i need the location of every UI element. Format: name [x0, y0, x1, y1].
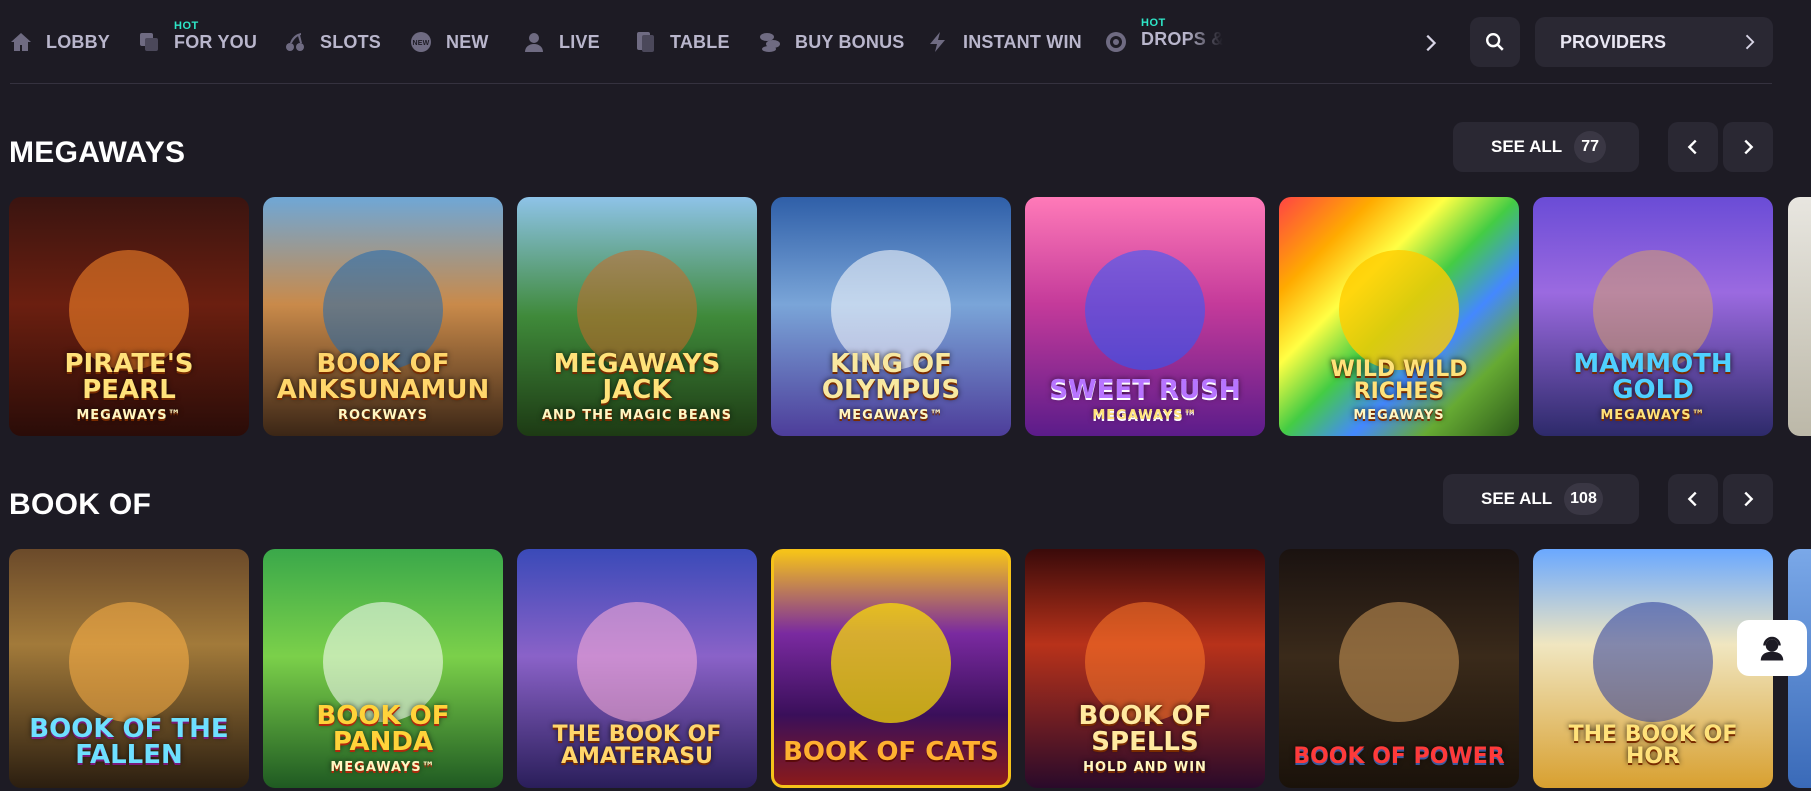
search-button[interactable]	[1470, 17, 1520, 67]
coins-icon	[757, 29, 783, 55]
see-all-label: SEE ALL	[1491, 137, 1563, 156]
chevron-right-icon	[1426, 34, 1437, 52]
tile-art	[577, 601, 697, 722]
tile-art	[1339, 601, 1459, 722]
providers-label: PROVIDERS	[1560, 31, 1667, 52]
game-title: KING OF OLYMPUS MEGAWAYS™	[821, 349, 961, 423]
live-dealer-icon	[521, 29, 547, 55]
lightning-icon	[925, 29, 951, 55]
game-tile-partial[interactable]	[1788, 197, 1811, 436]
chevron-left-icon	[1687, 491, 1697, 507]
game-row-book-of: BOOK OF THE FALLEN BOOK OF PANDA MEGAWAYS…	[9, 549, 1811, 788]
game-count-badge: 108	[1564, 483, 1603, 515]
chevron-right-icon	[1745, 34, 1755, 50]
tile-art	[69, 601, 189, 722]
game-title: BOOK OF ANKSUNAMUN Rockways	[276, 349, 490, 423]
game-tile[interactable]: BOOK OF PANDA MEGAWAYS™	[263, 549, 503, 788]
game-tile[interactable]: BOOK OF SPELLS HOLD AND WIN	[1025, 549, 1265, 788]
nav-item-lobby[interactable]: LOBBY	[8, 28, 110, 56]
nav-scroll-right-button[interactable]	[1418, 30, 1442, 56]
game-title: BOOK OF POWER	[1293, 744, 1505, 769]
carousel-next-button[interactable]	[1723, 122, 1773, 172]
hot-badge: HOT	[1141, 17, 1166, 29]
game-tile[interactable]: BOOK OF ANKSUNAMUN Rockways	[263, 197, 503, 436]
game-title: MAMMOTH GOLD MEGAWAYS™	[1573, 349, 1733, 423]
game-title: BOOK OF SPELLS HOLD AND WIN	[1078, 701, 1212, 775]
game-tile[interactable]: BOOK OF THE FALLEN	[9, 549, 249, 788]
game-title: MEGAWAYS JACK AND THE MAGIC BEANS	[541, 349, 733, 423]
nav-item-live[interactable]: LIVE	[521, 28, 600, 56]
tile-art	[1085, 249, 1205, 370]
game-tile[interactable]: BOOK OF POWER	[1279, 549, 1519, 788]
cards-icon	[632, 29, 658, 55]
game-tile[interactable]: SWEET RUSH MEGAWAYS™	[1025, 197, 1265, 436]
game-title: WILD WILD RICHES MEGAWAYS	[1330, 357, 1468, 423]
tile-art	[1593, 601, 1713, 722]
game-row-megaways: PIRATE'S PEARL MEGAWAYS™ BOOK OF ANKSUNAM…	[9, 197, 1811, 436]
live-support-button[interactable]	[1737, 620, 1807, 676]
nav-item-label: SLOTS	[320, 31, 382, 52]
game-tile[interactable]: KING OF OLYMPUS MEGAWAYS™	[771, 197, 1011, 436]
nav-divider	[10, 83, 1772, 84]
nav-item-label: LIVE	[559, 31, 600, 52]
section-title-book-of: BOOK OF	[9, 488, 152, 521]
game-title: PIRATE'S PEARL MEGAWAYS™	[64, 349, 194, 423]
nav-item-drops-wins[interactable]: HOT DROPS & W	[1103, 17, 1223, 56]
for-you-icon	[136, 29, 162, 55]
chevron-left-icon	[1687, 139, 1697, 155]
nav-item-label: LOBBY	[46, 31, 110, 52]
see-all-button[interactable]: SEE ALL 108	[1443, 474, 1639, 524]
tile-art	[1339, 249, 1459, 370]
game-tile[interactable]: THE BOOK OF AMATERASU	[517, 549, 757, 788]
game-tile[interactable]: MEGAWAYS JACK AND THE MAGIC BEANS	[517, 197, 757, 436]
nav-item-label: TABLE	[670, 31, 730, 52]
game-title: BOOK OF THE FALLEN	[29, 714, 229, 770]
game-count-badge: 77	[1574, 131, 1607, 163]
carousel-prev-button[interactable]	[1668, 122, 1718, 172]
nav-item-slots[interactable]: SLOTS	[282, 28, 381, 56]
support-agent-icon	[1760, 636, 1784, 661]
chevron-right-icon	[1744, 491, 1754, 507]
nav-item-label: INSTANT WIN	[963, 31, 1082, 52]
nav-item-label: DROPS & W	[1141, 29, 1223, 50]
new-badge-icon: NEW	[408, 29, 434, 55]
nav-item-buy-bonus[interactable]: BUY BONUS	[757, 28, 904, 56]
game-tile[interactable]: PIRATE'S PEARL MEGAWAYS™	[9, 197, 249, 436]
hot-badge: HOT	[174, 19, 199, 32]
game-title: THE BOOK OF AMATERASU	[552, 722, 722, 769]
drops-icon	[1103, 29, 1129, 55]
nav-item-instant-win[interactable]: INSTANT WIN	[925, 28, 1082, 56]
nav-item-label: FOR YOU	[174, 31, 258, 52]
nav-item-table[interactable]: TABLE	[632, 28, 730, 56]
tile-art	[831, 603, 951, 724]
nav-item-for-you[interactable]: HOT FOR YOU	[136, 20, 258, 56]
category-nav: LOBBY HOT FOR YOU SLOTS NEW NEW LIVE TAB…	[0, 0, 1790, 84]
section-title-megaways: MEGAWAYS	[9, 136, 186, 169]
see-all-button[interactable]: SEE ALL 77	[1453, 122, 1639, 172]
game-title: THE BOOK OF HOR	[1568, 722, 1738, 769]
providers-button[interactable]: PROVIDERS	[1535, 17, 1773, 67]
home-icon	[8, 29, 34, 55]
search-icon	[1486, 33, 1504, 51]
game-title: BOOK OF PANDA MEGAWAYS™	[316, 701, 450, 775]
carousel-next-button[interactable]	[1723, 474, 1773, 524]
svg-text:NEW: NEW	[413, 40, 430, 47]
game-title: BOOK OF CATS	[783, 737, 999, 767]
see-all-label: SEE ALL	[1481, 489, 1553, 508]
game-tile[interactable]: WILD WILD RICHES MEGAWAYS	[1279, 197, 1519, 436]
cherries-icon	[282, 29, 308, 55]
nav-item-label: NEW	[446, 31, 489, 52]
nav-item-label: BUY BONUS	[795, 31, 905, 52]
game-tile[interactable]: BOOK OF CATS	[771, 549, 1011, 788]
chevron-right-icon	[1744, 139, 1754, 155]
game-title: SWEET RUSH MEGAWAYS™	[1049, 375, 1241, 423]
nav-item-new[interactable]: NEW NEW	[408, 28, 489, 56]
game-tile[interactable]: MAMMOTH GOLD MEGAWAYS™	[1533, 197, 1773, 436]
carousel-prev-button[interactable]	[1668, 474, 1718, 524]
